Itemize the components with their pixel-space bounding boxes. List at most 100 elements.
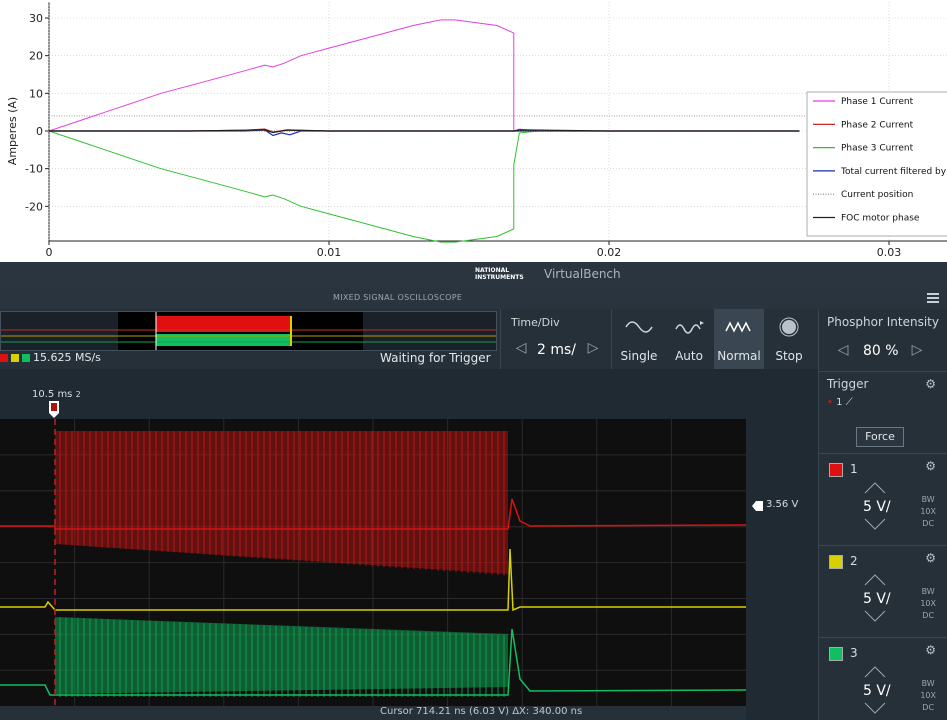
mode-auto-button[interactable]: Auto [664,309,714,369]
sample-rate: 15.625 MS/s [0,351,101,364]
ch2-bw: BW [921,587,935,596]
cursor-marker-icon[interactable] [46,399,106,419]
mode-single-button[interactable]: Single [614,309,664,369]
trigger-label: Trigger [827,377,869,391]
trigger-dot-icon: • [827,397,833,408]
ch3-probe: 10X [920,691,936,700]
y-tick-label: 20 [29,50,43,63]
trigger-level-value: 3.56 V [766,499,799,510]
acquisition-status: Waiting for Trigger [380,351,491,365]
time-div-value: 2 ms/ [537,342,577,358]
channel-3-scale: 5 V/ [863,683,891,699]
channel-2-scale-down-icon[interactable] [863,609,887,623]
scope-burst-ch1 [55,431,508,574]
channel-2-scale-up-icon[interactable] [863,573,887,587]
ch2-dot [11,354,19,362]
rising-edge-icon: ⟋ [845,397,853,408]
phosphor-panel: Phosphor Intensity ◁ 80 % ▷ [819,309,947,372]
ch1-probe: 10X [920,507,936,516]
ch2-coupling: DC [922,611,935,620]
channel-2-number: 2 [850,554,858,568]
waveform-overview[interactable] [0,311,497,351]
time-div-increase-icon[interactable]: ▷ [583,337,603,359]
scope-svg [0,419,747,706]
x-tick-label: 0 [46,246,53,259]
trigger-source: • 1 ⟋ [827,397,853,408]
channel-1-scale-up-icon[interactable] [863,481,887,495]
time-div-control: Time/Div ◁ 2 ms/ ▷ [500,309,612,369]
app-name: VirtualBench [544,267,621,281]
force-trigger-button[interactable]: Force [856,427,904,447]
channel-3-scale-down-icon[interactable] [863,701,887,715]
legend-label: FOC motor phase [841,214,920,224]
y-tick-label: -10 [25,163,43,176]
channel-2-gear-icon[interactable]: ⚙ [925,551,936,565]
y-tick-label: 30 [29,12,43,25]
channel-1-gear-icon[interactable]: ⚙ [925,459,936,473]
stop-icon [779,317,799,337]
channel-2-scale: 5 V/ [863,591,891,607]
normal-trigger-icon [725,321,751,333]
y-tick-label: -20 [25,200,43,213]
cursor-tag: 2 [75,390,81,399]
channel-3-gear-icon[interactable]: ⚙ [925,643,936,657]
sample-rate-text: 15.625 MS/s [33,351,101,364]
brand-line-1: NATIONAL [475,267,510,274]
virtualbench-titlebar: NATIONAL INSTRUMENTS VirtualBench [0,262,947,289]
instrument-title: MIXED SIGNAL OSCILLOSCOPE [333,293,463,302]
y-tick-label: 10 [29,87,43,100]
current-plot: 30 20 10 0 -10 -20 0 0.01 0.02 0.03 Amperes (A) Pha… [0,0,947,262]
x-tick-label: 0.03 [877,246,902,259]
time-div-decrease-icon[interactable]: ◁ [511,337,531,359]
trigger-panel: Trigger ⚙ • 1 ⟋ Force [819,371,947,454]
mode-label: Auto [675,349,703,363]
channel-3-scale-up-icon[interactable] [863,665,887,679]
series-line-1 [48,19,800,132]
settings-sidebar: Phosphor Intensity ◁ 80 % ▷ Trigger ⚙ • … [818,309,947,720]
mode-label: Single [620,349,658,363]
channel-1-scale-down-icon[interactable] [863,517,887,531]
instrument-header: MIXED SIGNAL OSCILLOSCOPE [0,288,947,309]
channel-1-scale: 5 V/ [863,499,891,515]
ch1-bw: BW [921,495,935,504]
mode-label: Stop [775,349,803,363]
scope-burst-ch2 [55,617,508,694]
overview-svg [1,312,496,350]
channel-1-panel: 1 ⚙ 5 V/ BW 10X DC [819,453,947,546]
legend-label: Phase 1 Current [841,97,914,107]
brand-line-2: INSTRUMENTS [475,274,524,281]
virtualbench-window: NATIONAL INSTRUMENTS VirtualBench MIXED … [0,262,947,720]
single-shot-icon [625,321,653,333]
phosphor-increase-icon[interactable]: ▷ [907,339,927,361]
legend-label: Current position [841,190,913,200]
trigger-source-num: 1 [836,397,843,408]
channel-1-settings: BW 10X DC [920,494,936,530]
ch3-coupling: DC [922,703,935,712]
channel-2-color[interactable] [829,555,843,569]
channel-3-panel: 3 ⚙ 5 V/ BW 10X DC [819,637,947,720]
legend-label: Phase 2 Current [841,120,914,130]
series-line-6 [49,129,800,134]
auto-trigger-icon [675,321,704,334]
channel-1-color[interactable] [829,463,843,477]
phosphor-decrease-icon[interactable]: ◁ [833,339,853,361]
channel-3-number: 3 [850,646,858,660]
scope-display[interactable] [0,419,747,706]
menu-icon[interactable] [927,293,939,303]
cursor-status-bar: Cursor 714.21 ns (6.03 V) ΔX: 340.00 ns [0,706,746,720]
channel-2-panel: 2 ⚙ 5 V/ BW 10X DC [819,545,947,638]
y-axis-label: Amperes (A) [6,97,19,165]
ch3-dot [22,354,30,362]
time-div-label: Time/Div [511,316,560,329]
channel-3-color[interactable] [829,647,843,661]
y-tick-label: 0 [36,125,43,138]
scope-zone: 10.5 ms 2 3.56 V Cursor 714.21 ns (6.03 … [0,369,818,720]
control-row: 15.625 MS/s Waiting for Trigger Time/Div… [0,309,820,370]
trigger-level-icon[interactable] [752,500,764,512]
ch2-probe: 10X [920,599,936,608]
mode-stop-button[interactable]: Stop [764,309,814,369]
channel-3-settings: BW 10X DC [920,678,936,714]
trigger-gear-icon[interactable]: ⚙ [925,377,936,391]
ch1-coupling: DC [922,519,935,528]
mode-normal-button[interactable]: Normal [714,309,764,369]
